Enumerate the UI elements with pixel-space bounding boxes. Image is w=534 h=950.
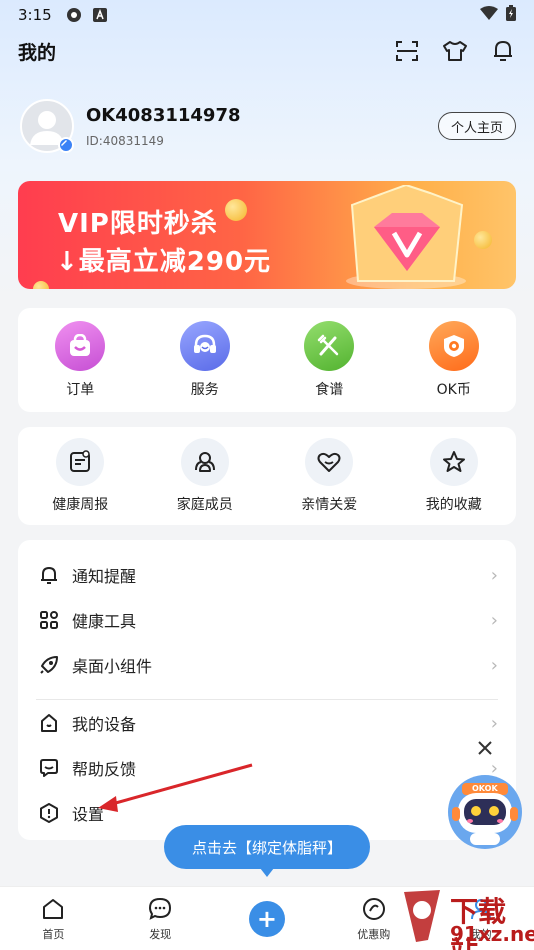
profile-name: OK4083114978 [86, 104, 241, 126]
plus-icon: + [248, 900, 285, 937]
menu-item-label: 桌面小组件 [72, 657, 153, 676]
page-title: 我的 [18, 41, 57, 64]
shop-icon [361, 896, 387, 922]
chevron-right-icon: › [490, 564, 498, 586]
feature-label: 健康周报 [52, 497, 109, 513]
coin-decoration [33, 281, 49, 289]
tab-label: 发现 [149, 927, 172, 941]
quick-action-recipes[interactable]: 食谱 [267, 308, 392, 412]
feature-family-members[interactable]: 家庭成员 [143, 427, 268, 525]
site-watermark: 下载站 91xz.net [398, 886, 534, 950]
watermark-text-2: 91xz.net [450, 922, 534, 946]
chevron-right-icon: › [490, 712, 498, 734]
tab-label: 首页 [42, 927, 65, 941]
heart-icon [305, 438, 354, 486]
feedback-icon [38, 757, 60, 779]
feature-label: 家庭成员 [176, 497, 233, 513]
bell-icon [38, 564, 60, 586]
bell-icon[interactable] [490, 38, 516, 64]
quick-action-orders[interactable]: 订单 [18, 308, 143, 412]
status-bar: 3:15 [0, 0, 534, 30]
settings-icon [38, 802, 60, 824]
tab-home[interactable]: 首页 [0, 887, 107, 950]
bind-scale-tooltip[interactable]: 点击去【绑定体脂秤】 [164, 825, 370, 877]
menu-item-label: 设置 [72, 805, 105, 824]
settings-menu: 通知提醒 › 健康工具 › 桌面小组件 › 我的设备 › 帮助反馈 › 设置 [18, 540, 516, 840]
coin-icon [428, 321, 479, 371]
vip-banner[interactable]: VIP限时秒杀 ↓最高立减290元 [18, 181, 516, 289]
features-card: 健康周报 家庭成员 亲情关爱 我的收藏 [18, 427, 516, 525]
report-icon [56, 438, 105, 486]
assistant-robot-button[interactable]: OKOK [448, 775, 522, 849]
home-icon [40, 896, 66, 922]
menu-item-help-feedback[interactable]: 帮助反馈 › [18, 748, 516, 788]
rocket-icon [38, 654, 60, 676]
star-icon [429, 438, 478, 486]
status-time: 3:15 [18, 6, 52, 24]
feature-label: 亲情关爱 [301, 497, 358, 513]
quick-actions-card: 订单 服务 食谱 OK币 [18, 308, 516, 412]
quick-action-ok-coin[interactable]: OK币 [392, 308, 517, 412]
menu-item-my-devices[interactable]: 我的设备 › [18, 703, 516, 743]
close-icon[interactable] [475, 738, 495, 758]
menu-item-label: 健康工具 [72, 612, 137, 631]
quick-action-service[interactable]: 服务 [143, 308, 268, 412]
chevron-right-icon: › [490, 609, 498, 631]
menu-divider [36, 699, 498, 700]
bag-icon [55, 321, 106, 371]
page-header: 我的 [18, 36, 516, 66]
notification-a-icon [92, 7, 108, 23]
feature-favorites[interactable]: 我的收藏 [392, 427, 517, 525]
quick-action-label: OK币 [436, 382, 471, 398]
shirt-icon[interactable] [442, 38, 468, 64]
feature-label: 我的收藏 [425, 497, 482, 513]
watermark-logo-icon [404, 890, 440, 942]
quick-action-label: 食谱 [315, 382, 344, 398]
fork-knife-icon [304, 321, 355, 371]
robot-label: OKOK [472, 784, 498, 793]
vip-title: VIP限时秒杀 [58, 209, 218, 239]
avatar[interactable] [20, 99, 74, 153]
profile-id: ID:40831149 [86, 133, 164, 148]
grid-icon [38, 609, 60, 631]
menu-item-notifications[interactable]: 通知提醒 › [18, 555, 516, 595]
personal-homepage-button[interactable]: 个人主页 [437, 112, 516, 140]
quick-action-label: 订单 [66, 382, 95, 398]
device-icon [38, 712, 60, 734]
menu-item-health-tools[interactable]: 健康工具 › [18, 600, 516, 640]
feature-family-care[interactable]: 亲情关爱 [267, 427, 392, 525]
menu-item-label: 我的设备 [72, 715, 137, 734]
vip-diamond-icon [346, 185, 466, 289]
tab-add[interactable]: + [214, 887, 321, 950]
chevron-right-icon: › [490, 654, 498, 676]
feature-health-report[interactable]: 健康周报 [18, 427, 143, 525]
menu-item-desktop-widgets[interactable]: 桌面小组件 › [18, 645, 516, 685]
battery-icon [506, 5, 516, 25]
scan-icon[interactable] [394, 38, 420, 64]
menu-item-label: 帮助反馈 [72, 760, 137, 779]
family-icon [180, 438, 229, 486]
tab-label: 优惠购 [357, 927, 391, 941]
wifi-icon [480, 6, 498, 24]
aperture-icon [66, 7, 82, 23]
profile-section: OK4083114978 ID:40831149 个人主页 [20, 98, 516, 154]
verified-badge-icon [58, 137, 74, 153]
vip-subtitle: ↓最高立减290元 [56, 247, 272, 277]
chat-icon [147, 896, 173, 922]
coin-decoration [225, 199, 247, 221]
menu-item-label: 通知提醒 [72, 567, 137, 586]
quick-action-label: 服务 [190, 382, 219, 398]
tab-discover[interactable]: 发现 [107, 887, 214, 950]
headset-icon [179, 321, 230, 371]
